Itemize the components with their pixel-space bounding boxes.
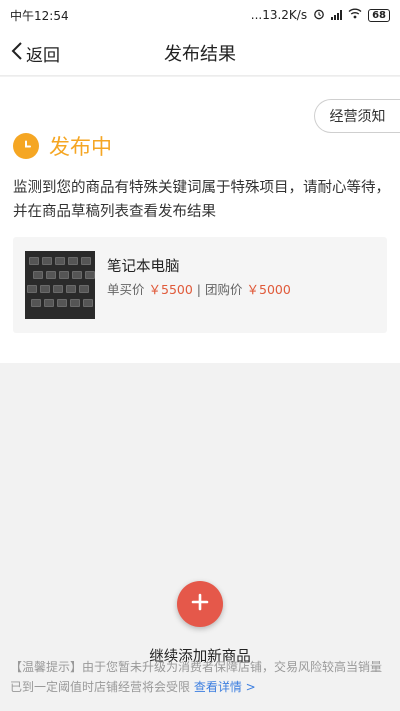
price-separator: | (196, 282, 202, 297)
network-speed: ...13.2K/s (250, 8, 308, 22)
status-bar: 中午12:54 ...13.2K/s 68 (0, 0, 400, 30)
back-button[interactable]: 返回 (10, 30, 60, 76)
status-indicators: ...13.2K/s 68 (251, 8, 390, 23)
single-price-label: 单买价 (107, 282, 145, 297)
alarm-icon (313, 8, 325, 23)
result-card: 经营须知 发布中 监测到您的商品有特殊关键词属于特殊项目，请耐心等待，并在商品草… (0, 77, 400, 363)
publish-status: 发布中 (13, 131, 112, 161)
wifi-icon (348, 8, 362, 22)
clock-icon (13, 133, 39, 159)
single-price: ￥5500 (148, 282, 193, 297)
product-prices: 单买价 ￥5500 | 团购价 ￥5000 (107, 279, 291, 298)
view-details-link[interactable]: 查看详情 > (194, 680, 256, 694)
status-time: 中午12:54 (10, 8, 69, 23)
page-title: 发布结果 (164, 44, 236, 65)
add-product-button[interactable] (177, 581, 223, 627)
back-label: 返回 (26, 45, 60, 66)
product-thumbnail (25, 251, 95, 319)
chevron-left-icon (10, 41, 24, 66)
battery-icon: 68 (368, 8, 390, 22)
plus-icon (191, 593, 209, 615)
action-area: 继续添加新商品 【温馨提示】由于您暂未升级为消费者保障店铺，交易风险较高当销量已… (0, 365, 400, 711)
group-price: ￥5000 (246, 282, 291, 297)
status-text: 发布中 (49, 135, 112, 159)
navigation-bar: 返回 发布结果 (0, 30, 400, 76)
signal-icon (331, 10, 343, 20)
status-description: 监测到您的商品有特殊关键词属于特殊项目，请耐心等待，并在商品草稿列表查看发布结果 (13, 180, 390, 220)
product-card[interactable]: 笔记本电脑 单买价 ￥5500 | 团购价 ￥5000 (13, 237, 387, 333)
warm-tip: 【温馨提示】由于您暂未升级为消费者保障店铺，交易风险较高当销量已到一定阈值时店铺… (10, 657, 390, 697)
product-name: 笔记本电脑 (107, 259, 180, 275)
business-notice-button[interactable]: 经营须知 (314, 99, 400, 133)
group-price-label: 团购价 (205, 282, 243, 297)
